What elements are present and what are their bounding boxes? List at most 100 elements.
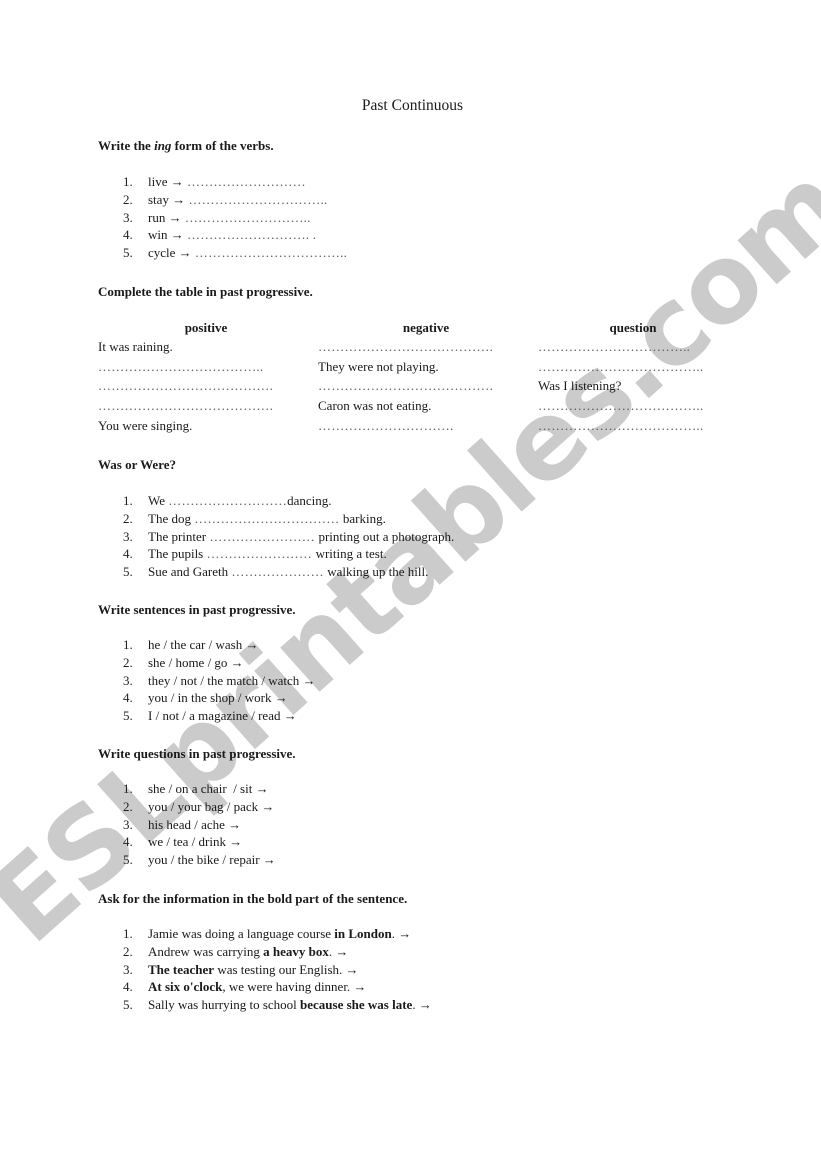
sentence-end: dancing. xyxy=(287,493,332,508)
verb: win → xyxy=(148,227,187,243)
table-cell: It was raining. xyxy=(98,339,173,354)
answer-blank[interactable]: ……………………… xyxy=(187,174,306,189)
prompt: his head / ache → xyxy=(148,816,242,832)
answer-blank[interactable]: …………………… xyxy=(207,546,316,561)
prompt: she / on a chair / sit → xyxy=(148,781,269,796)
item-number: 5. xyxy=(123,564,133,580)
sentence-start: The pupils xyxy=(148,546,207,562)
heading-post: form of the verbs. xyxy=(171,138,274,153)
prompt: she / home / go → xyxy=(148,654,244,670)
sentence-end: printing out a photograph. xyxy=(318,528,455,544)
answer-blank[interactable]: …………………………… xyxy=(194,511,343,526)
item-number: 1. xyxy=(123,926,133,941)
item-number: 3. xyxy=(123,961,133,977)
item-number: 3. xyxy=(123,209,133,225)
sentence-end: . → xyxy=(391,926,412,941)
verb: stay → xyxy=(148,191,189,207)
sentence-start: Andrew was carrying xyxy=(148,943,264,959)
sentence-end: walking up the hill. xyxy=(327,564,429,580)
item-number: 2. xyxy=(123,654,133,670)
sentence-end: barking. xyxy=(342,510,386,526)
item-number: 4. xyxy=(123,979,133,995)
sentence-start: We xyxy=(148,493,169,508)
table-cell-blank[interactable]: ……………………………….. xyxy=(538,359,703,375)
sentence-start: The printer xyxy=(148,528,210,544)
section-heading-was-were: Was or Were? xyxy=(98,457,176,472)
table-cell-blank[interactable]: …………………………………. xyxy=(98,378,273,394)
bold-part: in London xyxy=(334,926,392,941)
prompt: I / not / a magazine / read → xyxy=(148,708,297,724)
prompt: they / not / the match / watch → xyxy=(148,672,316,688)
answer-blank[interactable]: ……………………….. xyxy=(185,210,311,225)
sentence-end: . → xyxy=(328,943,349,959)
verb: live → xyxy=(148,174,187,189)
answer-blank[interactable]: …………………… xyxy=(209,529,318,544)
table-cell-blank[interactable]: …………………………………. xyxy=(98,398,273,414)
table-cell-blank[interactable]: ……………………………….. xyxy=(538,398,703,414)
item-number: 2. xyxy=(123,943,133,959)
item-number: 1. xyxy=(123,637,133,652)
column-header-negative: negative xyxy=(402,320,450,335)
section-heading-information: Ask for the information in the bold part… xyxy=(98,891,408,906)
bold-part: a heavy box xyxy=(263,943,329,959)
item-number: 3. xyxy=(123,816,133,832)
table-cell-blank[interactable]: …………………………….. xyxy=(538,339,690,355)
answer-blank[interactable]: …………………………….. xyxy=(195,245,347,260)
item-number: 1. xyxy=(123,493,133,508)
item-number: 5. xyxy=(123,997,133,1013)
worksheet: Past Continuous Write the ing form of th… xyxy=(0,0,821,1169)
item-number: 1. xyxy=(123,174,133,189)
bold-part: because she was late xyxy=(300,997,413,1013)
table-cell-blank[interactable]: …………………………………. xyxy=(318,339,493,355)
table-cell-blank[interactable]: ……………………………….. xyxy=(538,418,703,434)
bold-part: The teacher xyxy=(148,961,215,977)
sentence-end: was testing our English. → xyxy=(214,961,359,977)
sentence-start: Jamie was doing a language course xyxy=(148,926,335,941)
item-number: 2. xyxy=(123,191,133,207)
section-heading-sentences: Write sentences in past progressive. xyxy=(98,602,296,617)
table-cell: Was I listening? xyxy=(538,378,622,393)
prompt: you / the bike / repair → xyxy=(148,852,276,868)
table-cell-blank[interactable]: ……………………………….. xyxy=(98,359,263,375)
item-number: 4. xyxy=(123,834,133,850)
verb: run → xyxy=(148,209,185,225)
answer-blank[interactable]: ………………… xyxy=(231,564,327,579)
column-header-positive: positive xyxy=(184,320,228,335)
item-number: 4. xyxy=(123,690,133,706)
prompt: we / tea / drink → xyxy=(148,834,243,850)
sentence-end: . → xyxy=(412,997,432,1013)
item-number: 2. xyxy=(123,798,133,814)
item-number: 2. xyxy=(123,510,133,526)
item-number: 5. xyxy=(123,708,133,724)
table-cell: They were not playing. xyxy=(318,359,439,374)
section-heading-table: Complete the table in past progressive. xyxy=(98,284,313,299)
sentence-start: The dog xyxy=(148,510,195,526)
answer-blank[interactable]: ……………………… xyxy=(168,493,287,508)
item-number: 4. xyxy=(123,227,133,243)
section-heading-ing-form: Write the ing form of the verbs. xyxy=(98,138,274,154)
table-cell-blank[interactable]: …………………………………. xyxy=(318,378,493,394)
column-header-question: question xyxy=(609,320,657,335)
item-number: 5. xyxy=(123,245,133,261)
heading-emphasis: ing xyxy=(154,138,172,153)
prompt: you / your bag / pack → xyxy=(148,798,275,814)
heading-pre: Write the xyxy=(98,138,155,153)
sentence-end: writing a test. xyxy=(315,546,387,562)
item-number: 4. xyxy=(123,546,133,562)
item-number: 5. xyxy=(123,852,133,868)
table-cell-blank[interactable]: …………………………. xyxy=(318,418,453,434)
page-title: Past Continuous xyxy=(361,97,464,114)
sentence-start: Sue and Gareth xyxy=(148,564,232,580)
verb: cycle → xyxy=(148,245,195,261)
sentence-start: Sally was hurrying to school xyxy=(148,997,301,1013)
prompt: you / in the shop / work → xyxy=(148,690,288,706)
answer-blank[interactable]: ………………………….. xyxy=(188,192,327,207)
bold-part: At six o'clock xyxy=(148,979,223,995)
answer-blank[interactable]: ………………………. . xyxy=(187,227,316,242)
item-number: 1. xyxy=(123,781,133,796)
section-heading-questions: Write questions in past progressive. xyxy=(98,746,296,761)
prompt: he / the car / wash → xyxy=(148,637,259,652)
table-cell: Caron was not eating. xyxy=(318,398,432,413)
item-number: 3. xyxy=(123,672,133,688)
sentence-end: , we were having dinner. → xyxy=(222,979,367,995)
